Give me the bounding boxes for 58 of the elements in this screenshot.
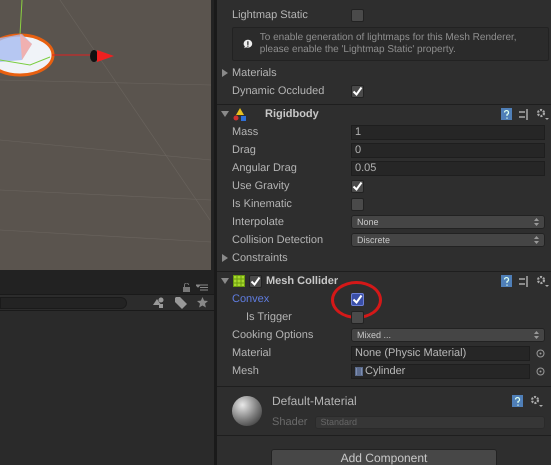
checkbox[interactable] — [351, 310, 364, 324]
property-label: Convex — [232, 292, 270, 307]
number-field[interactable]: 0 — [351, 142, 545, 158]
collapsed-arrow-icon[interactable] — [221, 69, 229, 77]
grid-icon — [233, 275, 245, 287]
component-title: Rigidbody — [265, 106, 319, 122]
checkbox[interactable] — [249, 274, 262, 288]
component-title: Mesh Collider — [266, 274, 338, 289]
expanded-arrow-icon[interactable] — [221, 277, 229, 285]
tag-icon[interactable] — [175, 296, 187, 308]
property-label: Is Kinematic — [232, 196, 293, 212]
material-name: Default-Material — [272, 392, 357, 410]
star-icon[interactable] — [197, 297, 208, 308]
number-field[interactable]: 0.05 — [351, 160, 545, 176]
dropdown[interactable]: Discrete — [351, 233, 545, 247]
property-label: Mesh — [232, 364, 260, 379]
expanded-arrow-icon[interactable] — [221, 110, 229, 118]
updown-arrows-icon — [534, 218, 539, 226]
foldout-label[interactable]: Constraints — [232, 250, 288, 266]
info-message: To enable generation of lightmaps for this Mesh Renderer, please enable the 'Lightmap Static' property. — [260, 32, 518, 56]
foldout-label[interactable]: Materials — [232, 64, 277, 82]
collapsed-arrow-icon[interactable] — [221, 254, 229, 262]
sliders-icon[interactable] — [519, 108, 529, 120]
checkbox[interactable] — [351, 198, 364, 210]
checkbox[interactable] — [351, 8, 364, 22]
dropdown[interactable]: Mixed ... — [351, 328, 545, 342]
checkbox[interactable] — [351, 84, 364, 98]
number-field[interactable]: 1 — [351, 124, 545, 140]
property-label: Collision Detection — [232, 232, 324, 248]
property-label: Is Trigger — [245, 310, 293, 325]
property-label: Lightmap Static — [232, 8, 309, 23]
property-label: Dynamic Occluded — [232, 84, 326, 99]
property-label: Use Gravity — [232, 178, 290, 194]
menu-icon[interactable] — [196, 284, 208, 290]
add-component-button[interactable]: Add Component — [271, 449, 497, 465]
property-label: Cooking Options — [232, 328, 314, 343]
checkbox[interactable] — [351, 180, 364, 192]
object-field[interactable]: Cylinder — [351, 364, 530, 378]
help-book-icon[interactable] — [512, 394, 523, 407]
shapes-icon — [233, 108, 247, 120]
checkbox[interactable] — [351, 292, 364, 306]
gear-icon[interactable] — [536, 275, 549, 287]
shapes-filter-icon[interactable] — [153, 297, 165, 308]
property-label: Angular Drag — [232, 160, 298, 176]
gear-icon[interactable] — [536, 108, 549, 120]
updown-arrows-icon — [534, 331, 539, 339]
object-field[interactable]: None (Physic Material) — [351, 346, 530, 360]
property-label: Interpolate — [232, 214, 285, 230]
property-label: Drag — [232, 142, 257, 158]
sliders-icon[interactable] — [519, 276, 529, 286]
dropdown[interactable]: None — [351, 215, 545, 229]
lock-icon[interactable] — [183, 282, 190, 292]
gear-icon[interactable] — [530, 394, 543, 407]
updown-arrows-icon — [534, 236, 539, 244]
shader-label: Shader — [272, 414, 308, 430]
property-label: Material — [232, 346, 272, 361]
property-label: Mass — [232, 124, 260, 140]
scene-view-drawing[interactable] — [0, 0, 211, 270]
